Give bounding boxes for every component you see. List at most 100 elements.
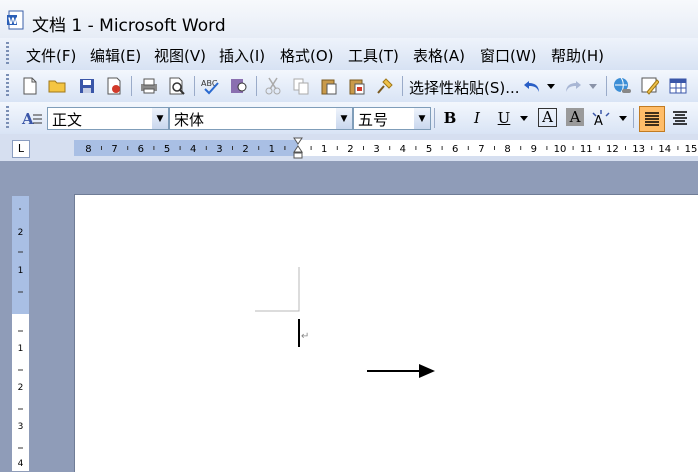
justify-button[interactable]	[639, 106, 665, 132]
permission-icon[interactable]	[104, 76, 124, 96]
ruler-label: 1	[321, 144, 327, 155]
underline-button[interactable]: U	[494, 108, 514, 128]
chevron-down-icon[interactable]	[586, 76, 600, 96]
menu-tools[interactable]: 工具(T)	[348, 45, 399, 66]
undo-icon[interactable]	[522, 76, 542, 96]
ruler-label: 6	[452, 144, 458, 155]
bold-button[interactable]: B	[440, 108, 460, 128]
vruler-label: 2	[17, 228, 24, 238]
ruler-label: 8	[504, 144, 510, 155]
open-icon[interactable]	[48, 76, 68, 96]
paste-icon[interactable]	[319, 76, 339, 96]
insert-table-icon[interactable]	[668, 76, 688, 96]
menu-window[interactable]: 窗口(W)	[480, 45, 537, 66]
align-center-button[interactable]	[670, 108, 690, 128]
font-value: 宋体	[174, 111, 205, 129]
new-icon[interactable]	[20, 76, 40, 96]
style-combo[interactable]: 正文 ▼	[47, 107, 169, 130]
chevron-down-icon[interactable]: ▼	[152, 108, 168, 129]
chevron-down-icon[interactable]: ▼	[336, 108, 352, 129]
chevron-down-icon[interactable]: ▼	[414, 108, 430, 129]
ruler-label: 5	[164, 144, 170, 155]
title-bar: W 文档 1 - Microsoft Word	[0, 0, 698, 38]
research-icon[interactable]	[229, 76, 249, 96]
ruler-label: 2	[347, 144, 353, 155]
menu-file[interactable]: 文件(F)	[26, 45, 76, 66]
ruler-label: 7	[111, 144, 117, 155]
styles-formatting-icon[interactable]: A	[20, 108, 44, 128]
svg-text:W: W	[8, 17, 18, 27]
separator	[402, 76, 403, 96]
ruler-label: 4	[190, 144, 196, 155]
indent-marker[interactable]	[293, 137, 303, 159]
margin-corner-mark	[255, 267, 300, 312]
ruler-label: 14	[658, 144, 671, 155]
paragraph-mark: ↵	[301, 331, 310, 342]
menu-help[interactable]: 帮助(H)	[551, 45, 604, 66]
spelling-icon[interactable]: ABC	[201, 76, 221, 96]
redo-icon[interactable]	[563, 76, 583, 96]
ruler-label: 6	[138, 144, 144, 155]
vruler-label: 3	[17, 422, 24, 432]
word-doc-icon: W	[7, 10, 24, 30]
separator	[194, 76, 195, 96]
menu-bar: 文件(F) 编辑(E) 视图(V) 插入(I) 格式(O) 工具(T) 表格(A…	[0, 38, 698, 71]
print-icon[interactable]	[139, 76, 159, 96]
ruler-label: 7	[478, 144, 484, 155]
paste-special-icon[interactable]	[347, 76, 367, 96]
vruler-label: 1	[17, 344, 24, 354]
horizontal-ruler[interactable]: 8 7 6 5 4 3 2 1 1 2 3 4 5 6 7 8 9 10 11 12 13 14 15	[74, 140, 698, 156]
svg-text:A: A	[21, 110, 34, 127]
toolbar-grip[interactable]	[6, 106, 9, 128]
ruler-label: 4	[400, 144, 406, 155]
separator	[131, 76, 132, 96]
ruler-label: 2	[242, 144, 248, 155]
font-combo[interactable]: 宋体 ▼	[169, 107, 353, 130]
window-title: 文档 1 - Microsoft Word	[32, 16, 226, 36]
ruler-label: 3	[216, 144, 222, 155]
cut-icon[interactable]	[263, 76, 283, 96]
print-preview-icon[interactable]	[167, 76, 187, 96]
ruler-label: 15	[685, 144, 698, 155]
ruler-label: 10	[554, 144, 567, 155]
ruler-label: 9	[531, 144, 537, 155]
text-effects-icon[interactable]: A	[591, 108, 611, 128]
chevron-down-icon[interactable]	[616, 108, 630, 128]
style-value: 正文	[52, 111, 83, 129]
page-canvas	[255, 267, 435, 378]
paste-special-button[interactable]: 选择性粘贴(S)...	[409, 77, 520, 98]
save-icon[interactable]	[77, 76, 97, 96]
chevron-down-icon[interactable]	[544, 76, 558, 96]
ruler-label: 11	[580, 144, 593, 155]
char-border-button[interactable]: A	[538, 108, 557, 127]
ruler-label: 8	[85, 144, 91, 155]
ruler-label: 5	[426, 144, 432, 155]
ruler-label: 3	[373, 144, 379, 155]
italic-button[interactable]: I	[467, 108, 487, 128]
separator	[256, 76, 257, 96]
menu-edit[interactable]: 编辑(E)	[90, 45, 141, 66]
char-shading-button[interactable]: A	[566, 108, 584, 126]
menu-view[interactable]: 视图(V)	[154, 45, 206, 66]
tab-selector[interactable]: L	[12, 140, 30, 158]
formatting-toolbar: A 正文 ▼ 宋体 ▼ 五号 ▼ B I U A A A	[0, 102, 698, 135]
ruler-label: 1	[269, 144, 275, 155]
menu-format[interactable]: 格式(O)	[280, 45, 334, 66]
menu-table[interactable]: 表格(A)	[413, 45, 465, 66]
tables-borders-icon[interactable]	[640, 76, 660, 96]
chevron-down-icon[interactable]	[517, 108, 531, 128]
vruler-label: 1	[17, 266, 24, 276]
vertical-ruler[interactable]: 2 1 1 2 3 4	[12, 196, 29, 471]
font-size-combo[interactable]: 五号 ▼	[353, 107, 431, 130]
ruler-label: 13	[632, 144, 645, 155]
document-page[interactable]: ↵	[74, 194, 698, 472]
separator	[633, 108, 634, 128]
toolbar-grip[interactable]	[6, 42, 9, 64]
copy-icon[interactable]	[291, 76, 311, 96]
hyperlink-icon[interactable]	[612, 76, 632, 96]
menu-insert[interactable]: 插入(I)	[219, 45, 265, 66]
font-size-value: 五号	[358, 111, 389, 129]
separator	[606, 76, 607, 96]
toolbar-grip[interactable]	[6, 74, 9, 96]
format-painter-icon[interactable]	[375, 76, 395, 96]
